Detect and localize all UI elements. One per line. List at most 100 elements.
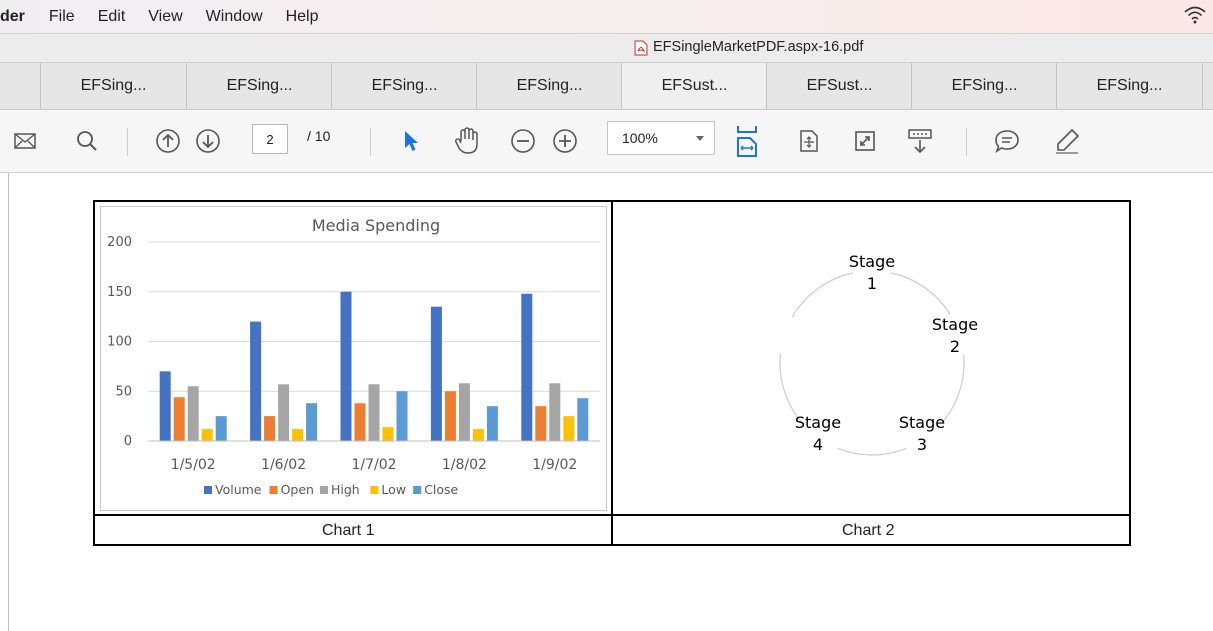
- bar-open: [535, 406, 547, 441]
- email-icon[interactable]: [10, 110, 40, 172]
- stage-2-label: Stage 2: [932, 315, 978, 356]
- zoom-value: 100%: [622, 130, 658, 146]
- next-page-icon[interactable]: [191, 110, 225, 172]
- app-menu[interactable]: der: [0, 8, 25, 26]
- bar-high: [187, 386, 199, 441]
- chevron-down-icon: [696, 136, 704, 141]
- menu-window[interactable]: Window: [206, 8, 263, 26]
- menu-bar: der File Edit View Window Help: [0, 0, 1213, 34]
- tab-document-5[interactable]: EFSust...: [621, 63, 767, 109]
- bar-low: [201, 429, 213, 441]
- cycle-arc: [779, 353, 802, 423]
- bar-high: [278, 384, 290, 441]
- menu-help[interactable]: Help: [286, 8, 319, 26]
- legend-label: Open: [281, 482, 314, 497]
- x-tick-label: 1/7/02: [351, 457, 396, 473]
- x-tick-label: 1/8/02: [442, 457, 487, 473]
- table-divider-vertical: [611, 200, 613, 546]
- bar-high: [549, 383, 561, 441]
- bar-close: [306, 403, 318, 441]
- bar-open: [354, 403, 366, 441]
- search-icon[interactable]: [70, 110, 104, 172]
- bar-high: [368, 384, 380, 441]
- bar-low: [472, 429, 484, 441]
- tab-document-2[interactable]: EFSing...: [186, 63, 332, 109]
- tab-document-1[interactable]: EFSing...: [40, 63, 186, 109]
- window-title: EFSingleMarketPDF.aspx-16.pdf: [653, 39, 864, 55]
- legend-swatch: [269, 486, 278, 494]
- window-titlebar: EFSingleMarketPDF.aspx-16.pdf: [0, 34, 1213, 63]
- legend-label: Close: [424, 482, 458, 497]
- stage-name: Stage: [849, 252, 895, 271]
- y-tick-label: 150: [107, 285, 132, 300]
- cycle-arc: [942, 354, 965, 423]
- legend-label: Volume: [215, 482, 262, 497]
- fit-page-icon[interactable]: [794, 110, 824, 172]
- bar-close: [577, 398, 589, 441]
- page-number-input[interactable]: 2: [252, 124, 288, 154]
- cycle-arc: [837, 447, 907, 456]
- legend-swatch: [320, 486, 328, 494]
- legend-label: Low: [381, 482, 406, 497]
- zoom-select[interactable]: 100%: [607, 121, 715, 155]
- x-tick-label: 1/5/02: [171, 457, 216, 473]
- menu-file[interactable]: File: [49, 8, 75, 26]
- bar-volume: [159, 371, 171, 441]
- bar-close: [215, 416, 227, 441]
- x-tick-label: 1/6/02: [261, 457, 306, 473]
- legend-label: High: [331, 482, 360, 497]
- media-spending-chart: Media Spending 0 50 100 150 200 1/5/02 1/6/02 1/…: [107, 216, 600, 497]
- stage-number: 2: [950, 337, 960, 356]
- stage-number: 3: [917, 435, 927, 454]
- bar-low: [292, 429, 304, 441]
- tab-bar: EFSing... EFSing... EFSing... EFSing... …: [0, 63, 1213, 110]
- full-screen-icon[interactable]: [850, 110, 880, 172]
- legend-swatch: [204, 486, 212, 494]
- y-tick-label: 50: [115, 384, 132, 399]
- pdf-file-icon: [634, 40, 648, 61]
- tab-document-4[interactable]: EFSing...: [476, 63, 622, 109]
- bar-low: [563, 416, 575, 441]
- bar-volume: [521, 293, 533, 441]
- tab-document-7[interactable]: EFSing...: [911, 63, 1057, 109]
- tab-document-3[interactable]: EFSing...: [331, 63, 477, 109]
- stage-number: 4: [813, 435, 823, 454]
- y-tick-label: 200: [107, 235, 132, 250]
- stage-3-label: Stage 3: [899, 413, 945, 454]
- x-tick-label: 1/9/02: [532, 457, 577, 473]
- bar-volume: [430, 306, 442, 441]
- comment-icon[interactable]: [990, 110, 1024, 172]
- wifi-icon[interactable]: [1183, 5, 1207, 30]
- fit-width-icon[interactable]: [730, 110, 764, 172]
- y-tick-label: 100: [107, 335, 132, 350]
- stage-number: 1: [867, 274, 877, 293]
- menu-edit[interactable]: Edit: [98, 8, 126, 26]
- bar-open: [173, 397, 185, 441]
- zoom-in-icon[interactable]: [550, 110, 580, 172]
- hand-tool-icon[interactable]: [450, 110, 484, 172]
- highlight-pen-icon[interactable]: [1050, 110, 1084, 172]
- zoom-out-icon[interactable]: [508, 110, 538, 172]
- bar-volume: [250, 321, 262, 441]
- cycle-arc: [791, 272, 853, 318]
- tab-document-8[interactable]: EFSing...: [1056, 63, 1203, 109]
- bar-volume: [340, 291, 352, 441]
- tab-document-6[interactable]: EFSust...: [766, 63, 912, 109]
- y-tick-label: 0: [124, 434, 132, 449]
- previous-page-icon[interactable]: [151, 110, 185, 172]
- stage-cycle-diagram: Stage 1 Stage 2 Stage 3 Stage 4: [779, 252, 978, 456]
- stage-name: Stage: [932, 315, 978, 334]
- chart-title: Media Spending: [312, 216, 440, 235]
- stage-name: Stage: [795, 413, 841, 432]
- select-tool-icon[interactable]: [396, 110, 426, 172]
- bar-open: [264, 416, 276, 441]
- stage-4-label: Stage 4: [795, 413, 841, 454]
- menu-view[interactable]: View: [148, 8, 182, 26]
- cycle-arc: [891, 272, 951, 315]
- legend-swatch: [413, 486, 422, 494]
- read-mode-icon[interactable]: [903, 110, 937, 172]
- page-total-label: / 10: [307, 128, 331, 144]
- bar-close: [396, 391, 408, 441]
- table-divider-horizontal: [93, 514, 1131, 516]
- bar-open: [444, 391, 456, 441]
